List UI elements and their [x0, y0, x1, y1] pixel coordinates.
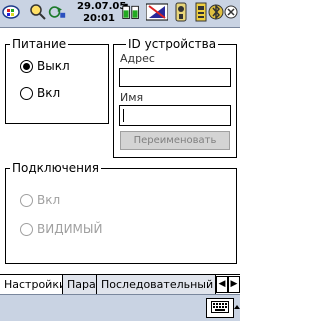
keyboard-button[interactable] — [206, 298, 234, 318]
radio-dot — [23, 62, 30, 70]
bluetooth-icon[interactable] — [207, 3, 225, 21]
close-icon[interactable] — [224, 3, 238, 21]
radio-circle — [20, 86, 33, 100]
power-group — [5, 44, 109, 124]
sync-icon[interactable] — [48, 3, 66, 21]
visible-radio[interactable]: ВИДИМЫЙ — [20, 222, 102, 236]
status-bar: 29.07.05 20:01 — [0, 0, 240, 28]
power-title: Питание — [10, 37, 69, 51]
power-on-label: Вкл — [37, 86, 61, 100]
rename-button[interactable]: Переименовать — [120, 131, 230, 150]
connections-on-radio[interactable]: Вкл — [20, 193, 60, 207]
tab-bar: Настройки Пара Последовательный п ◀ ▶ — [0, 274, 240, 295]
battery-icon[interactable] — [122, 3, 140, 21]
time-text: 20:01 — [83, 13, 115, 24]
power-on-radio[interactable]: Вкл — [20, 86, 60, 100]
keyboard-icon — [211, 300, 229, 316]
speaker-icon[interactable] — [172, 2, 190, 22]
connections-title: Подключения — [10, 161, 102, 175]
radio-circle — [20, 59, 33, 73]
text-cursor — [123, 109, 124, 122]
power-off-label: Выкл — [37, 59, 70, 73]
device-title: ID устройства — [126, 37, 219, 51]
radio-circle — [20, 193, 33, 207]
command-bar — [0, 294, 240, 321]
name-field[interactable] — [119, 105, 231, 126]
search-icon[interactable] — [29, 3, 47, 21]
connections-on-label: Вкл — [37, 193, 61, 207]
power-off-radio[interactable]: Выкл — [20, 59, 70, 73]
name-label: Имя — [120, 91, 144, 104]
clock: 29.07.05 20:01 — [77, 1, 127, 25]
signal-icon[interactable] — [146, 3, 168, 21]
address-label: Адрес — [120, 52, 155, 65]
radio-circle — [20, 222, 33, 236]
tab-serial[interactable]: Последовательный п — [97, 275, 216, 294]
tab-pair[interactable]: Пара — [63, 275, 97, 294]
tab-settings[interactable]: Настройки — [0, 275, 63, 294]
tab-scroll-left-button[interactable]: ◀ — [216, 276, 228, 293]
windows-flag-icon[interactable] — [2, 3, 20, 21]
date-text: 29.07.05 — [77, 1, 127, 12]
input-menu-arrow[interactable] — [234, 303, 240, 313]
visible-label: ВИДИМЫЙ — [37, 222, 103, 236]
connections-group — [5, 168, 237, 264]
tab-scroll-right-button[interactable]: ▶ — [228, 276, 240, 293]
address-field[interactable] — [119, 68, 231, 87]
